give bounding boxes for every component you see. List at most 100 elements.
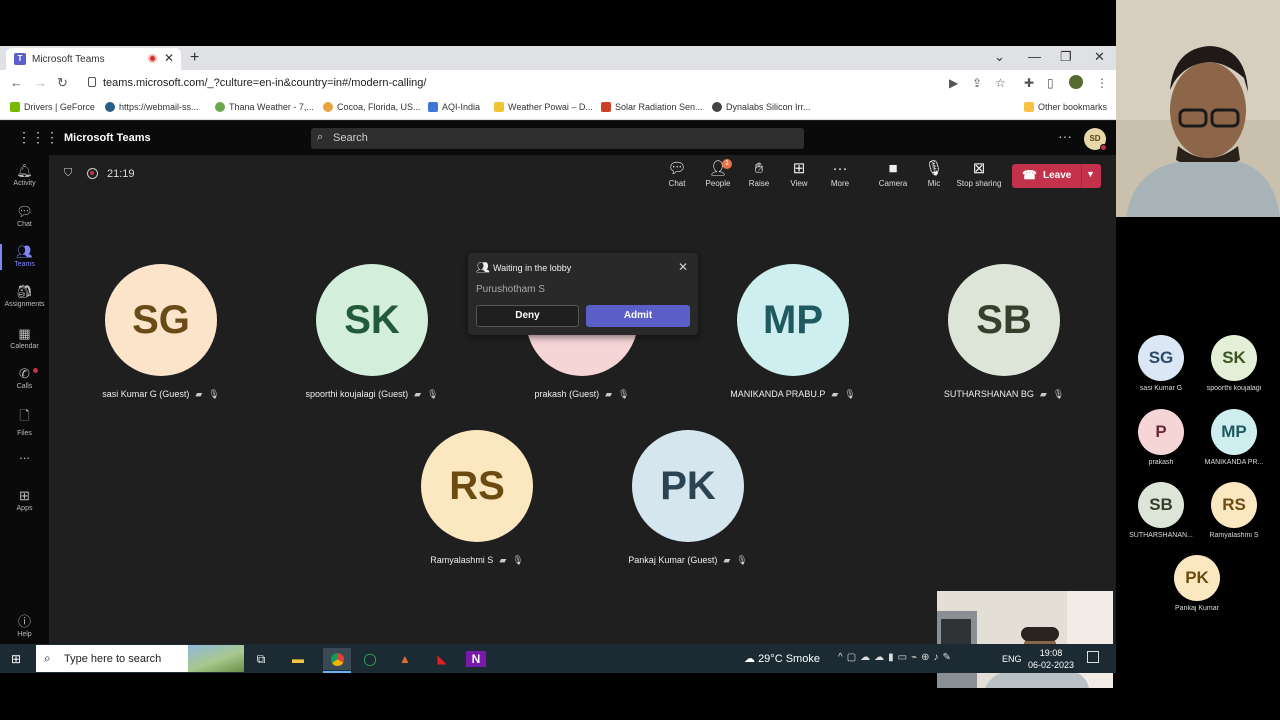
bookmark-star-icon[interactable]: ☆ [995,76,1006,90]
rail-help[interactable]: ⓘ Help [0,611,49,638]
file-explorer-icon[interactable]: ▬ [286,648,310,670]
weather-icon [323,102,333,112]
side-participant[interactable]: MP MANIKANDA PR... [1199,409,1269,479]
tab-search-icon[interactable]: ⌄ [994,49,1005,65]
camera-button[interactable]: ■ Camera [871,159,915,188]
close-tab-icon[interactable]: ✕ [164,51,174,65]
self-video-preview[interactable] [937,591,1113,688]
rail-calls[interactable]: ✆ Calls [0,366,49,390]
other-bookmarks[interactable]: Other bookmarks [1024,102,1107,112]
rail-activity[interactable]: 🔔︎ Activity [0,163,49,187]
search-input[interactable]: ⌕ Search [311,128,804,149]
participant-tile[interactable]: SK spoorthi koujalagi (Guest) ▰ 🎙︎ [272,264,472,414]
avatar: SK [1211,335,1257,381]
presence-busy-icon [1100,144,1107,151]
side-participant[interactable]: PK Pankaj Kumar [1162,555,1232,625]
leave-button[interactable]: ☎ Leave ▼ [1012,164,1101,188]
url-field[interactable]: teams.microsoft.com/_?culture=en-in&coun… [103,77,426,89]
participant-tile[interactable]: RS Ramyalashmi S ▰ 🎙︎ [377,430,577,580]
camera-off-icon: ▰ [831,389,839,399]
restore-button[interactable]: ❐ [1060,49,1072,65]
bookmark-item[interactable]: Weather Powai – D... [494,102,593,112]
bookmark-item[interactable]: Drivers | GeForce [10,102,95,112]
rail-teams[interactable]: 👥︎ Teams [0,244,49,270]
lobby-title: Waiting in the lobby [493,263,572,273]
matlab-icon[interactable]: ▲ [393,648,417,670]
side-participant[interactable]: RS Ramyalashmi S [1199,482,1269,552]
avatar: MP [1211,409,1257,455]
more-options-icon[interactable]: ··· [1058,128,1072,144]
deny-button[interactable]: Deny [476,305,579,327]
refresh-app-icon[interactable]: ◯ [358,648,382,670]
folder-icon [1024,102,1034,112]
assignments-icon: 🎒︎ [16,284,33,299]
back-icon[interactable]: ← [10,75,23,90]
camera-indicator-icon[interactable]: ▶ [949,76,958,90]
bookmark-item[interactable]: Thana Weather - 7,... [215,102,314,112]
rail-calendar[interactable]: ▦ Calendar [0,326,49,350]
bookmark-item[interactable]: Solar Radiation Sen... [601,102,703,112]
admit-button[interactable]: Admit [586,305,690,327]
people-button[interactable]: 👤︎ 1 People [696,159,740,188]
bookmark-item[interactable]: Cocoa, Florida, US... [323,102,421,112]
reload-icon[interactable]: ↻ [57,75,68,91]
extensions-icon[interactable]: ✚ [1024,76,1034,90]
clock[interactable]: 19:08 06-02-2023 [1028,647,1074,671]
task-view-icon[interactable]: ⧉ [249,648,273,670]
participant-tile[interactable]: SG sasi Kumar G (Guest) ▰ 🎙︎ [61,264,261,414]
bookmark-item[interactable]: AQI-India [428,102,480,112]
rail-more[interactable]: ... [0,447,49,463]
rail-files[interactable]: 🗋︎ Files [0,407,49,437]
side-participant[interactable]: P prakash [1126,409,1196,479]
profile-avatar[interactable] [1069,75,1083,89]
participant-tile[interactable]: PK Pankaj Kumar (Guest) ▰ 🎙︎ [588,430,788,580]
chat-icon: 💬︎ [16,204,33,219]
mic-button[interactable]: 🎙︎ Mic [912,159,956,188]
participant-name: SUTHARSHANAN... [1129,532,1193,539]
participant-tile[interactable]: MP MANIKANDA PRABU.P ▰ 🎙︎ [693,264,893,414]
view-button[interactable]: ⊞ View [777,159,821,188]
close-window-button[interactable]: ✕ [1094,49,1105,65]
chevron-down-icon[interactable]: ▼ [1086,169,1095,179]
side-participant[interactable]: SG sasi Kumar G [1126,335,1196,405]
rail-apps[interactable]: ⊞ Apps [0,488,49,512]
more-button[interactable]: ··· More [818,159,862,188]
globe-icon [712,102,722,112]
taskbar-search-input[interactable]: ⌕ Type here to search [36,645,244,672]
people-count-badge: 1 [722,159,732,169]
stop-sharing-button[interactable]: ⊠ Stop sharing [955,159,1003,188]
app-launcher-icon[interactable]: ⋮⋮⋮ [17,130,59,146]
recording-icon [87,168,98,179]
more-icon: ... [19,447,30,462]
minimize-button[interactable]: — [1028,49,1041,64]
camera-off-icon: ▰ [1039,389,1047,399]
participant-tile[interactable]: SB SUTHARSHANAN BG ▰ 🎙︎ [904,264,1104,414]
bookmark-item[interactable]: Dynalabs Silicon Irr... [712,102,811,112]
mic-off-icon: 🎙︎ [512,555,524,565]
weather-widget[interactable]: ☁ 29°C Smoke [744,652,820,665]
browser-tab[interactable]: T Microsoft Teams ✕ [6,48,181,70]
language-indicator[interactable]: ENG [1002,654,1022,664]
side-participant[interactable]: SK spoorthi koujalagi [1199,335,1269,405]
chrome-icon[interactable] [323,648,351,670]
menu-icon[interactable]: ⋮ [1096,76,1108,90]
rail-assignments[interactable]: 🎒︎ Assignments [0,284,49,308]
close-icon[interactable]: ✕ [678,260,688,274]
chat-button[interactable]: 💬︎ Chat [655,159,699,188]
notification-icon[interactable] [1087,651,1099,663]
avatar: SG [105,264,217,376]
forward-icon[interactable]: → [34,75,47,90]
acrobat-icon[interactable]: ◣ [430,648,454,670]
sidebar-icon[interactable]: ▯ [1047,76,1054,90]
file-icon: 🗋︎ [19,408,30,423]
user-avatar[interactable]: SD [1084,128,1107,151]
windows-start-icon[interactable]: ⊞ [11,652,21,666]
onenote-icon[interactable]: N [466,651,486,667]
share-icon[interactable]: ⇪ [972,76,982,90]
system-tray-icons[interactable]: ^▢☁☁▮▭⌁⊕♪✎ [838,652,955,663]
new-tab-button[interactable]: + [190,49,199,67]
rail-chat[interactable]: 💬︎ Chat [0,204,49,228]
side-participant[interactable]: SB SUTHARSHANAN... [1126,482,1196,552]
raise-hand-button[interactable]: ✋︎ Raise [737,159,781,188]
bookmark-item[interactable]: https://webmail-ss... [105,102,199,112]
